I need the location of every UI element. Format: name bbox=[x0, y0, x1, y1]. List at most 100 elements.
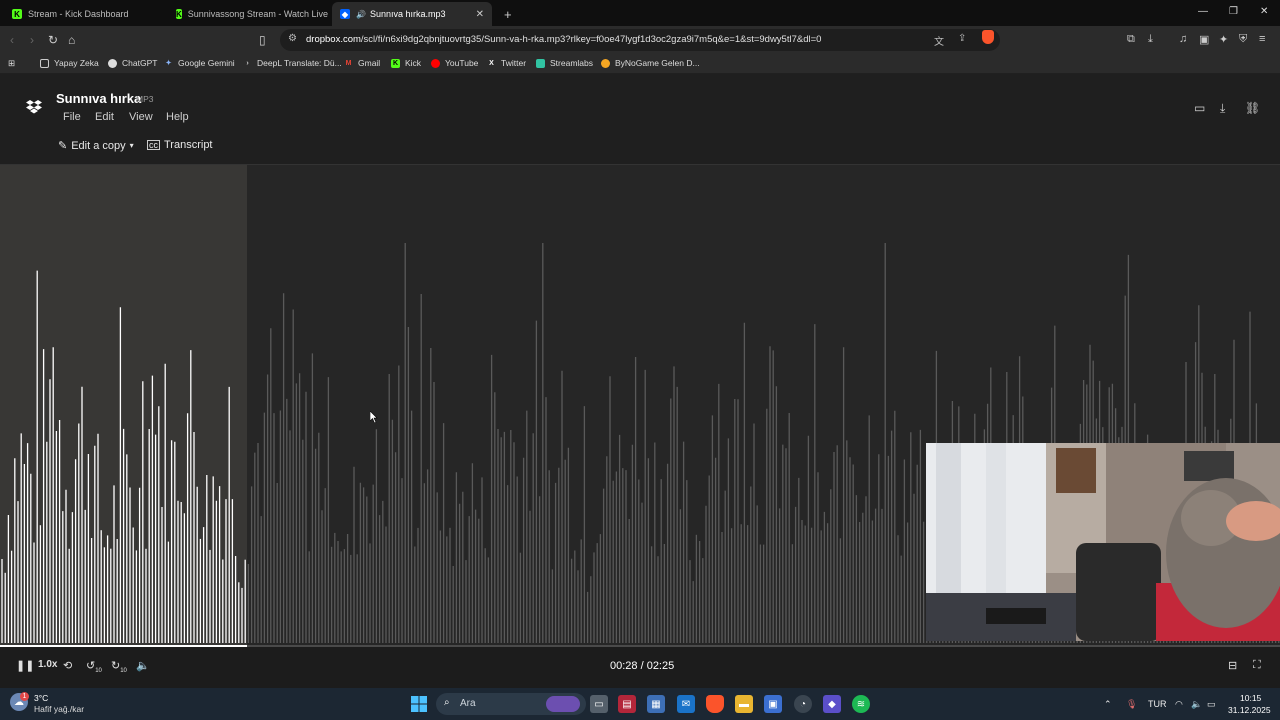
bookmark-twitter[interactable]: X Twitter bbox=[487, 58, 526, 68]
comment-icon[interactable]: ▭ bbox=[1194, 101, 1205, 115]
spotify-icon[interactable]: ≋ bbox=[852, 695, 870, 713]
menu-help[interactable]: Help bbox=[166, 111, 189, 123]
close-tab-icon[interactable]: ✕ bbox=[476, 9, 484, 20]
extensions-icon[interactable]: ⧉ bbox=[1127, 33, 1135, 46]
volume-tray-icon[interactable]: 🔈 bbox=[1191, 699, 1202, 710]
windows-start-icon[interactable] bbox=[410, 695, 428, 713]
file-type-badge: MP3 bbox=[136, 94, 154, 104]
mail-icon[interactable]: ✉ bbox=[677, 695, 695, 713]
bookmark-label: ChatGPT bbox=[122, 58, 158, 68]
bookmark-gemini[interactable]: ✦ Google Gemini bbox=[164, 58, 235, 68]
close-window-icon[interactable]: ✕ bbox=[1260, 6, 1268, 17]
bookmark-label: Yapay Zeka bbox=[54, 58, 99, 68]
new-tab-button[interactable]: + bbox=[496, 2, 516, 26]
bookmarks-bar: ⊞ Yapay Zeka ChatGPT ✦ Google Gemini › Dee… bbox=[0, 54, 1280, 74]
clock-time[interactable]: 10:15 bbox=[1240, 693, 1261, 703]
download-icon[interactable]: ⤓ bbox=[1148, 33, 1153, 46]
youtube-icon bbox=[431, 58, 440, 68]
bookmark-gmail[interactable]: M Gmail bbox=[344, 58, 381, 68]
forward-icon: ↻ bbox=[111, 660, 121, 672]
streamlabs-icon bbox=[536, 58, 545, 68]
minimize-icon[interactable]: — bbox=[1198, 6, 1208, 17]
apps-grid-icon[interactable]: ⊞ bbox=[8, 58, 15, 69]
home-icon[interactable]: ⌂ bbox=[68, 33, 75, 47]
sidebar-icon[interactable]: ▣ bbox=[1199, 33, 1209, 46]
tab-kick-stream[interactable]: K Sunnivassong Stream - Watch Live o bbox=[168, 2, 328, 26]
language-indicator[interactable]: TUR bbox=[1148, 699, 1167, 709]
brave-browser-icon[interactable] bbox=[706, 695, 724, 713]
pause-icon[interactable]: ❚❚ bbox=[16, 659, 34, 672]
bynogame-icon bbox=[601, 58, 610, 68]
bookmark-label: Kick bbox=[405, 58, 422, 68]
dropbox-logo-icon[interactable] bbox=[26, 99, 42, 115]
calculator-icon[interactable]: ▦ bbox=[647, 695, 665, 713]
wifi-icon[interactable]: ◠ bbox=[1175, 699, 1183, 710]
download-file-icon[interactable]: ⤓ bbox=[1220, 101, 1225, 116]
menu-edit[interactable]: Edit bbox=[95, 111, 114, 123]
tray-overflow-icon[interactable]: ⌃ bbox=[1104, 699, 1112, 710]
playback-speed-button[interactable]: 1.0x bbox=[38, 659, 57, 670]
gmail-icon: M bbox=[345, 59, 352, 67]
app-pdf-icon[interactable]: ▤ bbox=[618, 695, 636, 713]
skip-back-button[interactable]: ↺10 bbox=[86, 659, 102, 674]
skip-forward-seconds: 10 bbox=[120, 668, 127, 675]
reload-icon[interactable]: ↻ bbox=[48, 33, 58, 47]
file-title: Sunnıva hırka bbox=[56, 91, 142, 106]
bookmark-chatgpt[interactable]: ChatGPT bbox=[108, 58, 157, 68]
edit-a-copy-button[interactable]: ✎ Edit a copy ▾ bbox=[58, 139, 134, 153]
captions-toggle-icon[interactable]: ⊟ bbox=[1228, 659, 1237, 672]
url-field[interactable]: ⚙ dropbox.com/scl/fi/n6xi9dg2qbnjtuovrtg… bbox=[280, 29, 1000, 51]
speaker-icon: 🔊 bbox=[356, 9, 366, 19]
brave-shields-icon[interactable] bbox=[982, 30, 994, 44]
mouse-cursor-icon bbox=[370, 411, 378, 423]
battery-icon[interactable]: ▭ bbox=[1207, 699, 1216, 710]
x-icon: X bbox=[489, 59, 494, 67]
vpn-shield-icon[interactable]: ⛨ bbox=[1239, 33, 1247, 46]
back-icon[interactable]: ‹ bbox=[10, 33, 14, 47]
skip-forward-button[interactable]: ↻10 bbox=[111, 659, 127, 674]
menu-file[interactable]: File bbox=[63, 111, 81, 123]
task-view-icon[interactable]: ▭ bbox=[590, 695, 608, 713]
webcam-overlay bbox=[926, 443, 1280, 641]
bookmark-yapay-zeka[interactable]: Yapay Zeka bbox=[40, 58, 99, 68]
transcript-button[interactable]: cc Transcript bbox=[147, 139, 213, 151]
music-icon[interactable]: ♫ bbox=[1179, 33, 1187, 45]
store-icon[interactable]: ▣ bbox=[764, 695, 782, 713]
menu-icon[interactable]: ≡ bbox=[1259, 33, 1265, 45]
clock-date[interactable]: 31.12.2025 bbox=[1228, 705, 1271, 715]
microphone-icon[interactable]: 🎙 bbox=[1126, 699, 1137, 710]
rewind-icon: ↺ bbox=[86, 660, 96, 672]
copy-link-icon[interactable]: ⛓ bbox=[1245, 101, 1260, 115]
bookmark-youtube[interactable]: YouTube bbox=[431, 58, 478, 68]
bookmark-kick[interactable]: K Kick bbox=[391, 58, 421, 68]
taskbar-search[interactable]: ⌕ Ara bbox=[436, 693, 586, 715]
loop-icon[interactable]: ⟲ bbox=[63, 659, 72, 672]
tab-kick-dashboard[interactable]: K Stream - Kick Dashboard bbox=[4, 2, 164, 26]
bookmark-label: YouTube bbox=[445, 58, 479, 68]
bookmark-icon[interactable]: ▯ bbox=[259, 33, 266, 47]
share-icon[interactable]: ⇪ bbox=[958, 33, 966, 44]
translate-icon[interactable]: 文 bbox=[934, 33, 944, 48]
restore-icon[interactable]: ❐ bbox=[1229, 6, 1238, 17]
audio-player-controls: ❚❚ 1.0x ⟲ ↺10 ↻10 🔈 00:28 / 02:25 ⊟ ⛶ bbox=[0, 645, 1280, 688]
bookmark-label: Twitter bbox=[501, 58, 527, 68]
app-purple-icon[interactable]: ◆ bbox=[823, 695, 841, 713]
volume-icon[interactable]: 🔈 bbox=[136, 659, 150, 672]
forward-icon[interactable]: › bbox=[30, 33, 34, 47]
tab-title: Stream - Kick Dashboard bbox=[28, 9, 129, 19]
fullscreen-icon[interactable]: ⛶ bbox=[1253, 659, 1261, 672]
bookmark-deepl[interactable]: › DeepL Translate: Dü... bbox=[243, 58, 341, 68]
file-explorer-icon[interactable]: ▬ bbox=[735, 695, 753, 713]
browser-tab-bar: K Stream - Kick Dashboard K Sunnivassong… bbox=[0, 0, 1280, 26]
transcript-label: Transcript bbox=[164, 139, 213, 151]
tab-dropbox-audio[interactable]: ◆ 🔊 Sunnıva hırka.mp3 ✕ bbox=[332, 2, 492, 26]
site-info-icon[interactable]: ⚙ bbox=[288, 33, 297, 44]
bookmark-label: Google Gemini bbox=[178, 58, 235, 68]
bookmark-streamlabs[interactable]: Streamlabs bbox=[536, 58, 593, 68]
leo-ai-icon[interactable]: ✦ bbox=[1219, 33, 1228, 46]
webcam-image bbox=[926, 443, 1280, 641]
menu-view[interactable]: View bbox=[129, 111, 153, 123]
app-circle-icon[interactable]: ◔ bbox=[794, 695, 812, 713]
bookmark-bynogame[interactable]: ByNoGame Gelen D... bbox=[601, 58, 700, 68]
progress-bar[interactable] bbox=[0, 645, 1280, 647]
